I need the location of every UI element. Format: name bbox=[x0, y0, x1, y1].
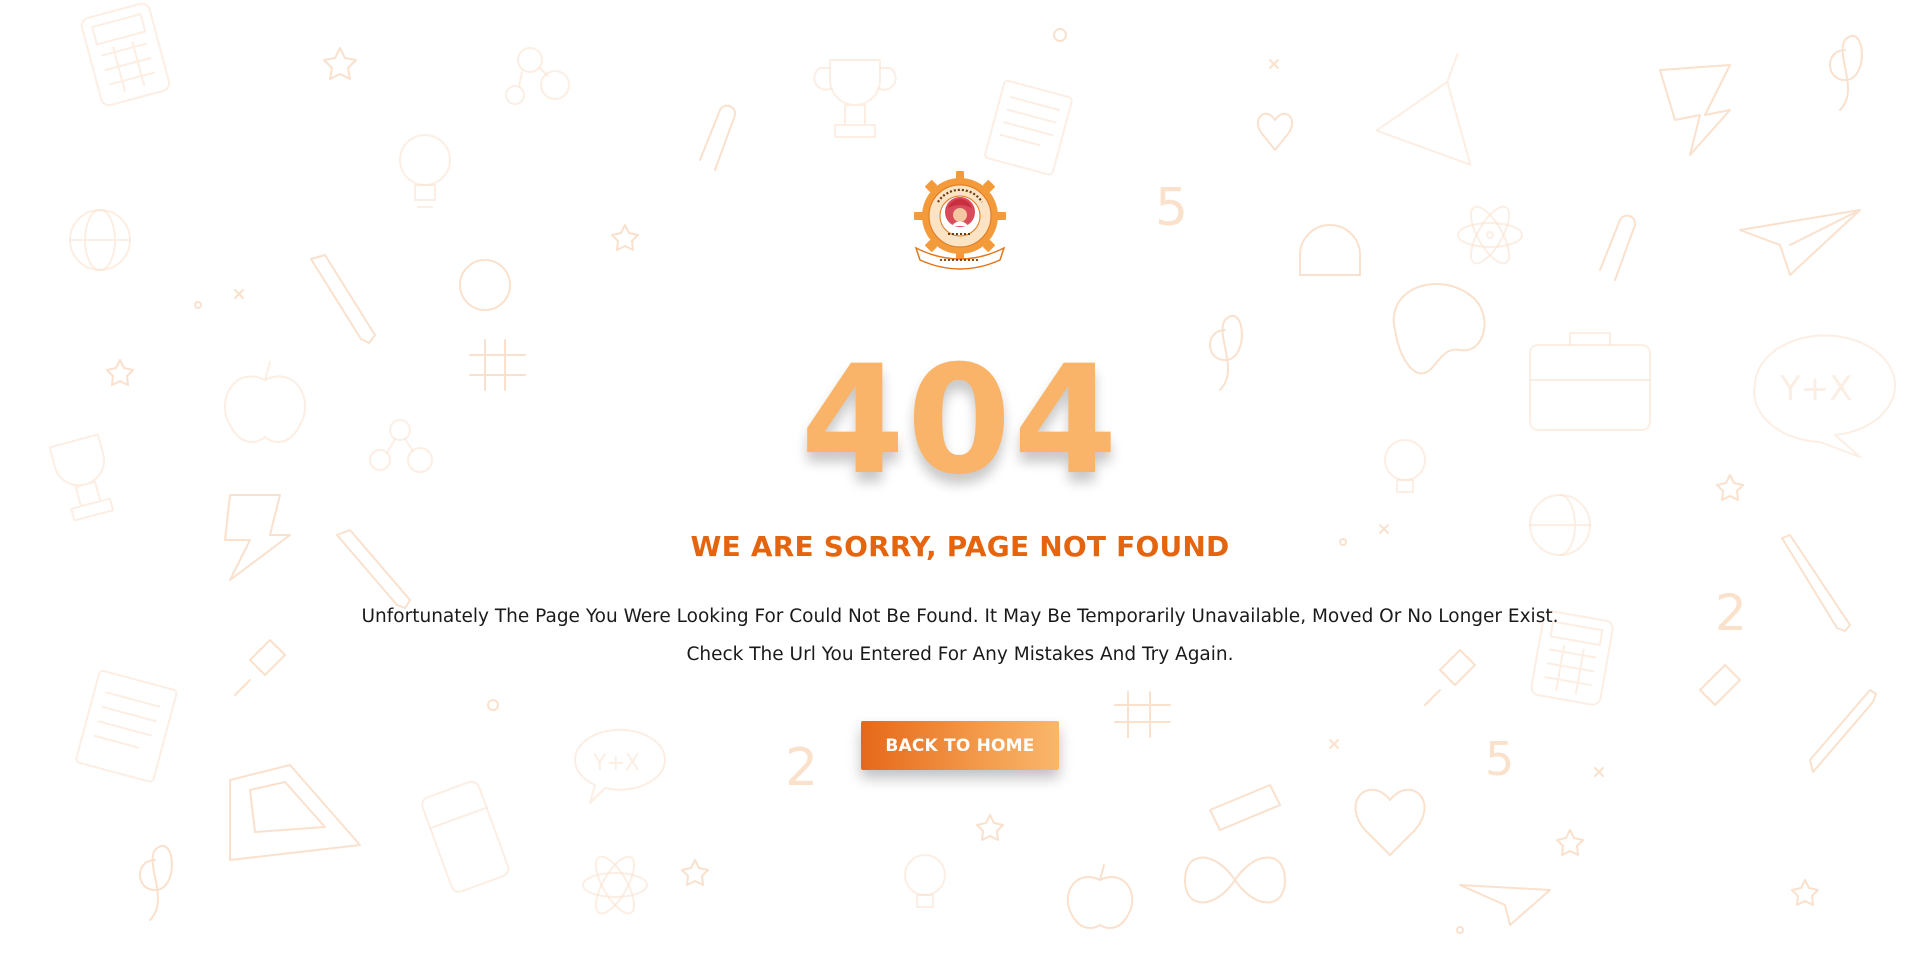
college-emblem-icon bbox=[914, 171, 1006, 270]
error-page: Y+X Y+X 5 5 2 2 404 WE ARE SORRY, PAGE N… bbox=[0, 0, 1920, 960]
error-message-line-1: Unfortunately The Page You Were Looking … bbox=[361, 606, 1559, 627]
error-headline: WE ARE SORRY, PAGE NOT FOUND bbox=[690, 530, 1230, 563]
error-message: Unfortunately The Page You Were Looking … bbox=[0, 598, 1920, 674]
error-content: 404 WE ARE SORRY, PAGE NOT FOUND Unfortu… bbox=[0, 0, 1920, 960]
error-message-line-2: Check The Url You Entered For Any Mistak… bbox=[686, 644, 1234, 665]
college-logo bbox=[914, 171, 1006, 270]
error-code: 404 bbox=[800, 334, 1120, 508]
back-to-home-button[interactable]: BACK TO HOME bbox=[861, 721, 1059, 770]
